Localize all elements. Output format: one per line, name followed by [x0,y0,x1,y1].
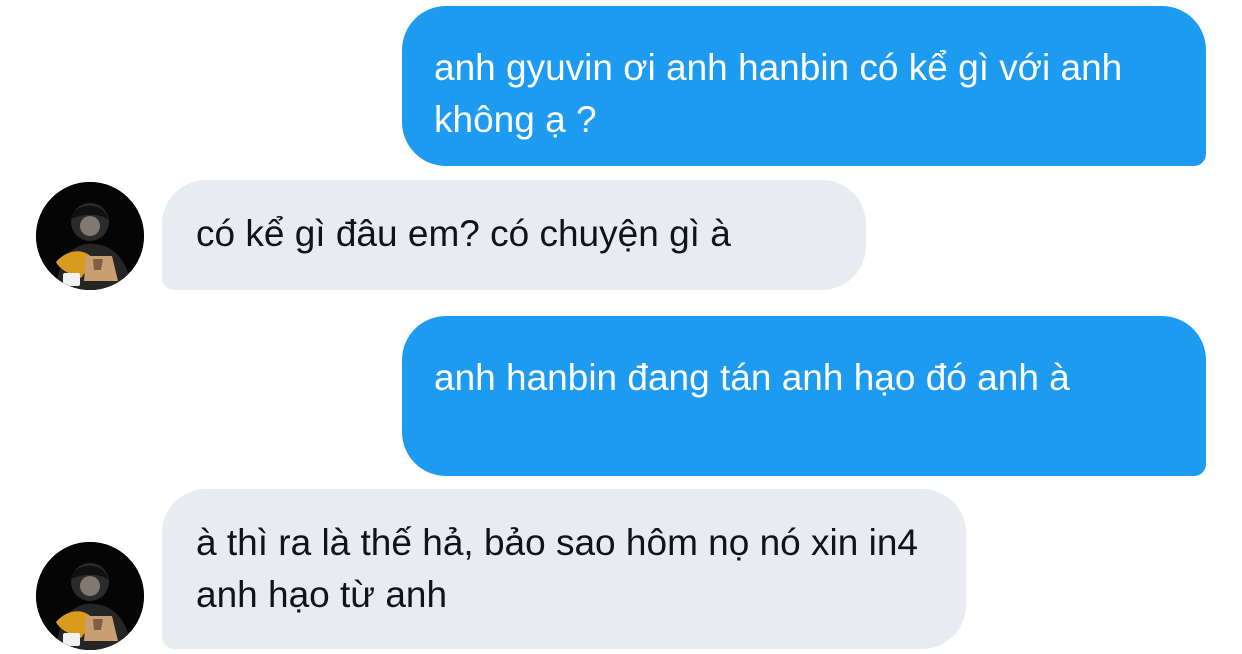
sender-avatar[interactable] [36,182,144,290]
chat-thread: anh gyuvin ơi anh hanbin có kể gì với an… [0,0,1242,654]
incoming-message-bubble[interactable]: à thì ra là thế hả, bảo sao hôm nọ nó xi… [162,489,966,649]
sender-avatar[interactable] [36,542,144,650]
profile-photo-avatar-icon [36,542,144,650]
incoming-message-bubble[interactable]: có kể gì đâu em? có chuyện gì à [162,180,866,290]
outgoing-message-bubble[interactable]: anh hanbin đang tán anh hạo đó anh à [402,316,1206,476]
profile-photo-avatar-icon [36,182,144,290]
outgoing-message-bubble[interactable]: anh gyuvin ơi anh hanbin có kể gì với an… [402,6,1206,166]
